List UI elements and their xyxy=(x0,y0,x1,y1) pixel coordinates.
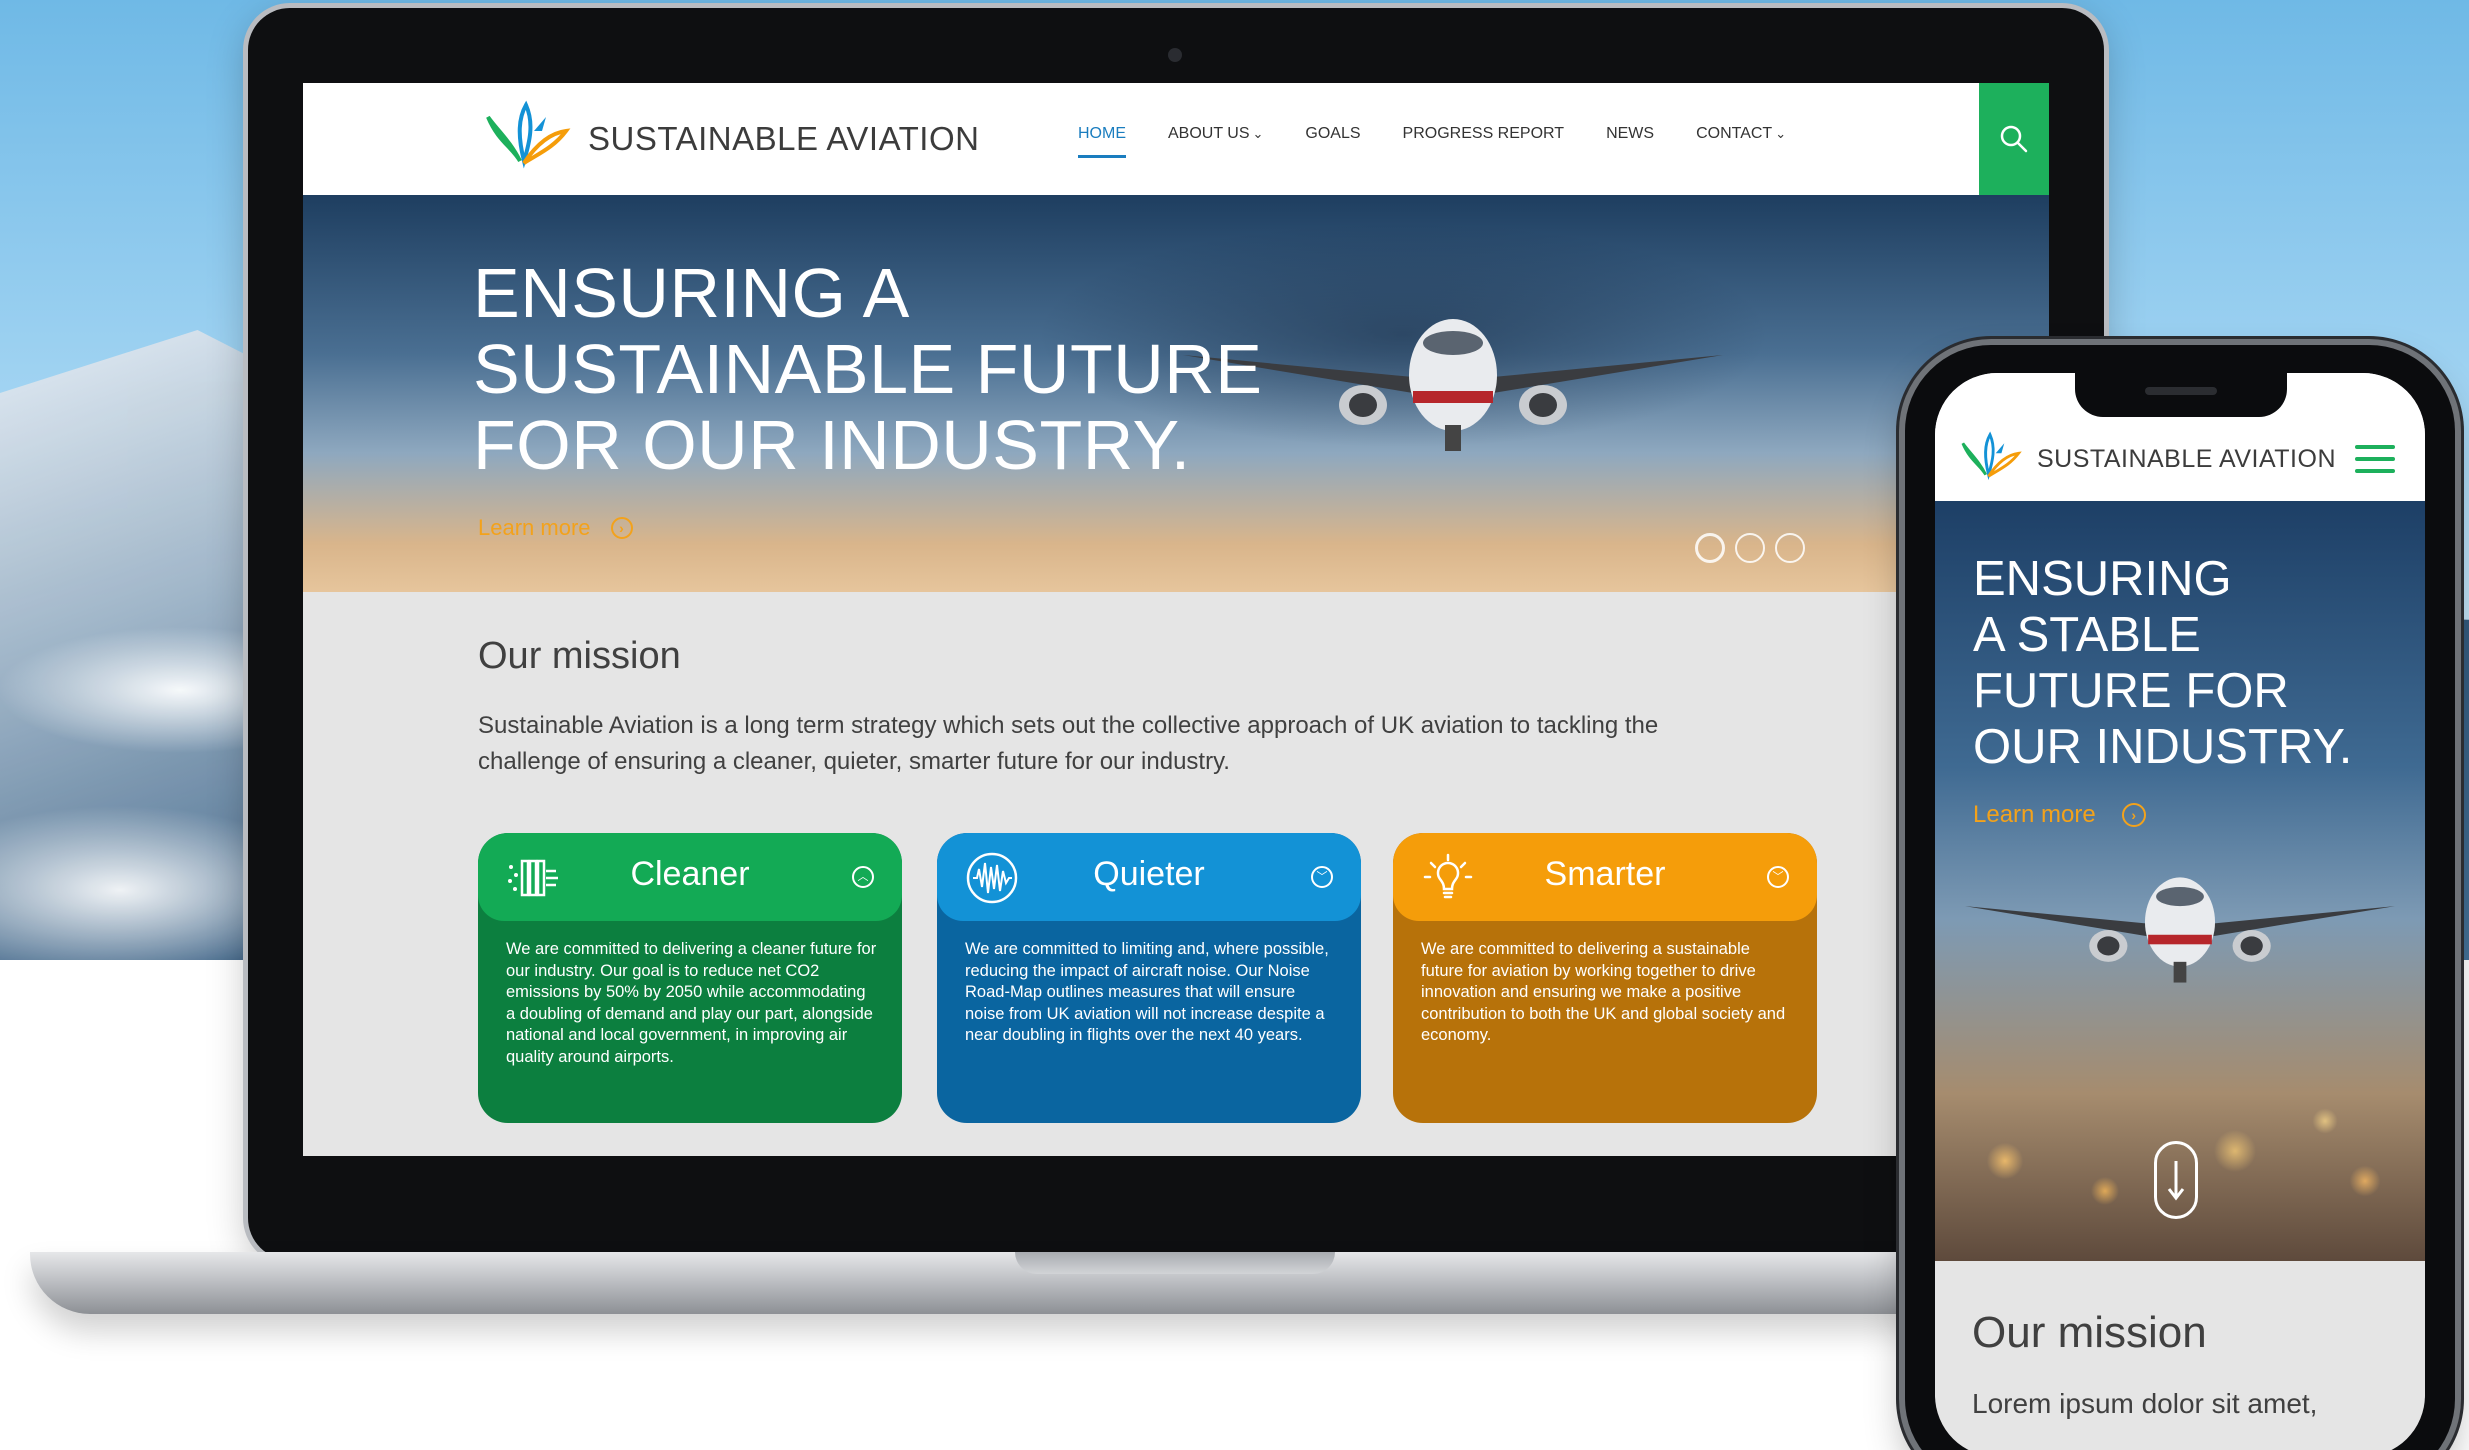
slider-dot[interactable] xyxy=(1735,533,1765,563)
logo-text-light: AVIATION xyxy=(826,120,980,157)
card-header[interactable]: Smarter ﹀ xyxy=(1393,833,1817,921)
slider-dots xyxy=(1695,533,1805,563)
scroll-down-button[interactable] xyxy=(2154,1141,2198,1219)
site-header: SUSTAINABLE AVIATION HOME ABOUT US ⌄ GOAL… xyxy=(303,83,2049,195)
card-cleaner[interactable]: Cleaner ︿ We are committed to delivering… xyxy=(478,833,902,1123)
hero-banner: ENSURING A SUSTAINABLE FUTURE FOR OUR IN… xyxy=(303,195,2049,592)
nav-news[interactable]: NEWS xyxy=(1606,125,1654,143)
slider-dot[interactable] xyxy=(1775,533,1805,563)
search-button[interactable] xyxy=(1979,83,2049,195)
mission-text: Sustainable Aviation is a long term stra… xyxy=(478,712,1659,775)
card-title: Cleaner xyxy=(630,855,750,893)
airplane-image xyxy=(1183,319,1723,451)
laptop-notch xyxy=(1015,1252,1335,1274)
hamburger-menu-icon[interactable] xyxy=(2355,445,2395,473)
mobile-logo[interactable]: SUSTAINABLE AVIATION xyxy=(1955,429,2336,489)
chevron-up-icon[interactable]: ︿ xyxy=(852,866,874,888)
card-header[interactable]: Cleaner ︿ xyxy=(478,833,902,921)
arrow-down-icon xyxy=(2167,1161,2185,1201)
mission-title: Our mission xyxy=(478,635,681,677)
chevron-down-icon[interactable]: ﹀ xyxy=(1311,866,1333,888)
search-icon xyxy=(2000,125,2028,153)
card-header[interactable]: Quieter ﹀ xyxy=(937,833,1361,921)
card-body: We are committed to delivering a cleaner… xyxy=(506,940,877,1066)
site-logo[interactable]: SUSTAINABLE AVIATION xyxy=(478,97,979,181)
card-title: Smarter xyxy=(1544,855,1666,893)
card-quieter[interactable]: Quieter ﹀ We are committed to limiting a… xyxy=(937,833,1361,1123)
laptop-camera xyxy=(1168,48,1182,62)
learn-more-label: Learn more xyxy=(478,515,591,540)
logo-text-bold: SUSTAINABLE xyxy=(588,120,819,157)
nav-home[interactable]: HOME xyxy=(1078,125,1126,158)
mobile-hero-banner: ENSURING A STABLE FUTURE FOR OUR INDUSTR… xyxy=(1935,501,2425,1261)
phone-speaker xyxy=(2145,387,2217,395)
laptop-screen: SUSTAINABLE AVIATION HOME ABOUT US ⌄ GOAL… xyxy=(303,83,2049,1156)
chevron-right-icon: › xyxy=(2121,803,2146,827)
mobile-hero-title: ENSURING A STABLE FUTURE FOR OUR INDUSTR… xyxy=(1973,552,2353,774)
phone-screen: SUSTAINABLE AVIATION ENSURING A STABLE F… xyxy=(1935,373,2425,1450)
mobile-learn-more-link[interactable]: Learn more › xyxy=(1973,801,2146,829)
nav-about-us[interactable]: ABOUT US ⌄ xyxy=(1168,125,1263,143)
slider-dot[interactable] xyxy=(1695,533,1725,563)
nav-goals[interactable]: GOALS xyxy=(1305,125,1360,143)
logo-text-bold: SUSTAINABLE xyxy=(2037,444,2213,473)
card-body: We are committed to limiting and, where … xyxy=(965,940,1329,1044)
learn-more-label: Learn more xyxy=(1973,801,2096,828)
phone-notch xyxy=(2075,373,2287,417)
nav-progress-report[interactable]: PROGRESS REPORT xyxy=(1403,125,1565,143)
chevron-down-icon[interactable]: ﹀ xyxy=(1767,866,1789,888)
leaf-logo-icon xyxy=(1961,431,2022,481)
main-nav: HOME ABOUT US ⌄ GOALS PROGRESS REPORT NEW… xyxy=(1078,125,1828,158)
airplane-image xyxy=(1965,877,2395,983)
mobile-mission-text: Lorem ipsum dolor sit amet, xyxy=(1972,1388,2318,1419)
leaf-logo-icon xyxy=(486,100,571,169)
chevron-down-icon: ⌄ xyxy=(1252,126,1264,141)
hero-title: ENSURING A SUSTAINABLE FUTURE FOR OUR IN… xyxy=(473,254,1263,484)
card-title: Quieter xyxy=(1093,855,1205,893)
phone-frame: SUSTAINABLE AVIATION ENSURING A STABLE F… xyxy=(1905,345,2455,1450)
card-body: We are committed to delivering a sustain… xyxy=(1421,940,1786,1044)
chevron-down-icon: ⌄ xyxy=(1775,126,1787,141)
hero-learn-more-link[interactable]: Learn more › xyxy=(478,515,633,541)
logo-text-light: AVIATION xyxy=(2219,444,2336,473)
nav-contact[interactable]: CONTACT ⌄ xyxy=(1696,125,1786,143)
card-smarter[interactable]: Smarter ﹀ We are committed to delivering… xyxy=(1393,833,1817,1123)
chevron-right-icon: › xyxy=(610,517,633,539)
mobile-mission-title: Our mission xyxy=(1972,1308,2207,1357)
